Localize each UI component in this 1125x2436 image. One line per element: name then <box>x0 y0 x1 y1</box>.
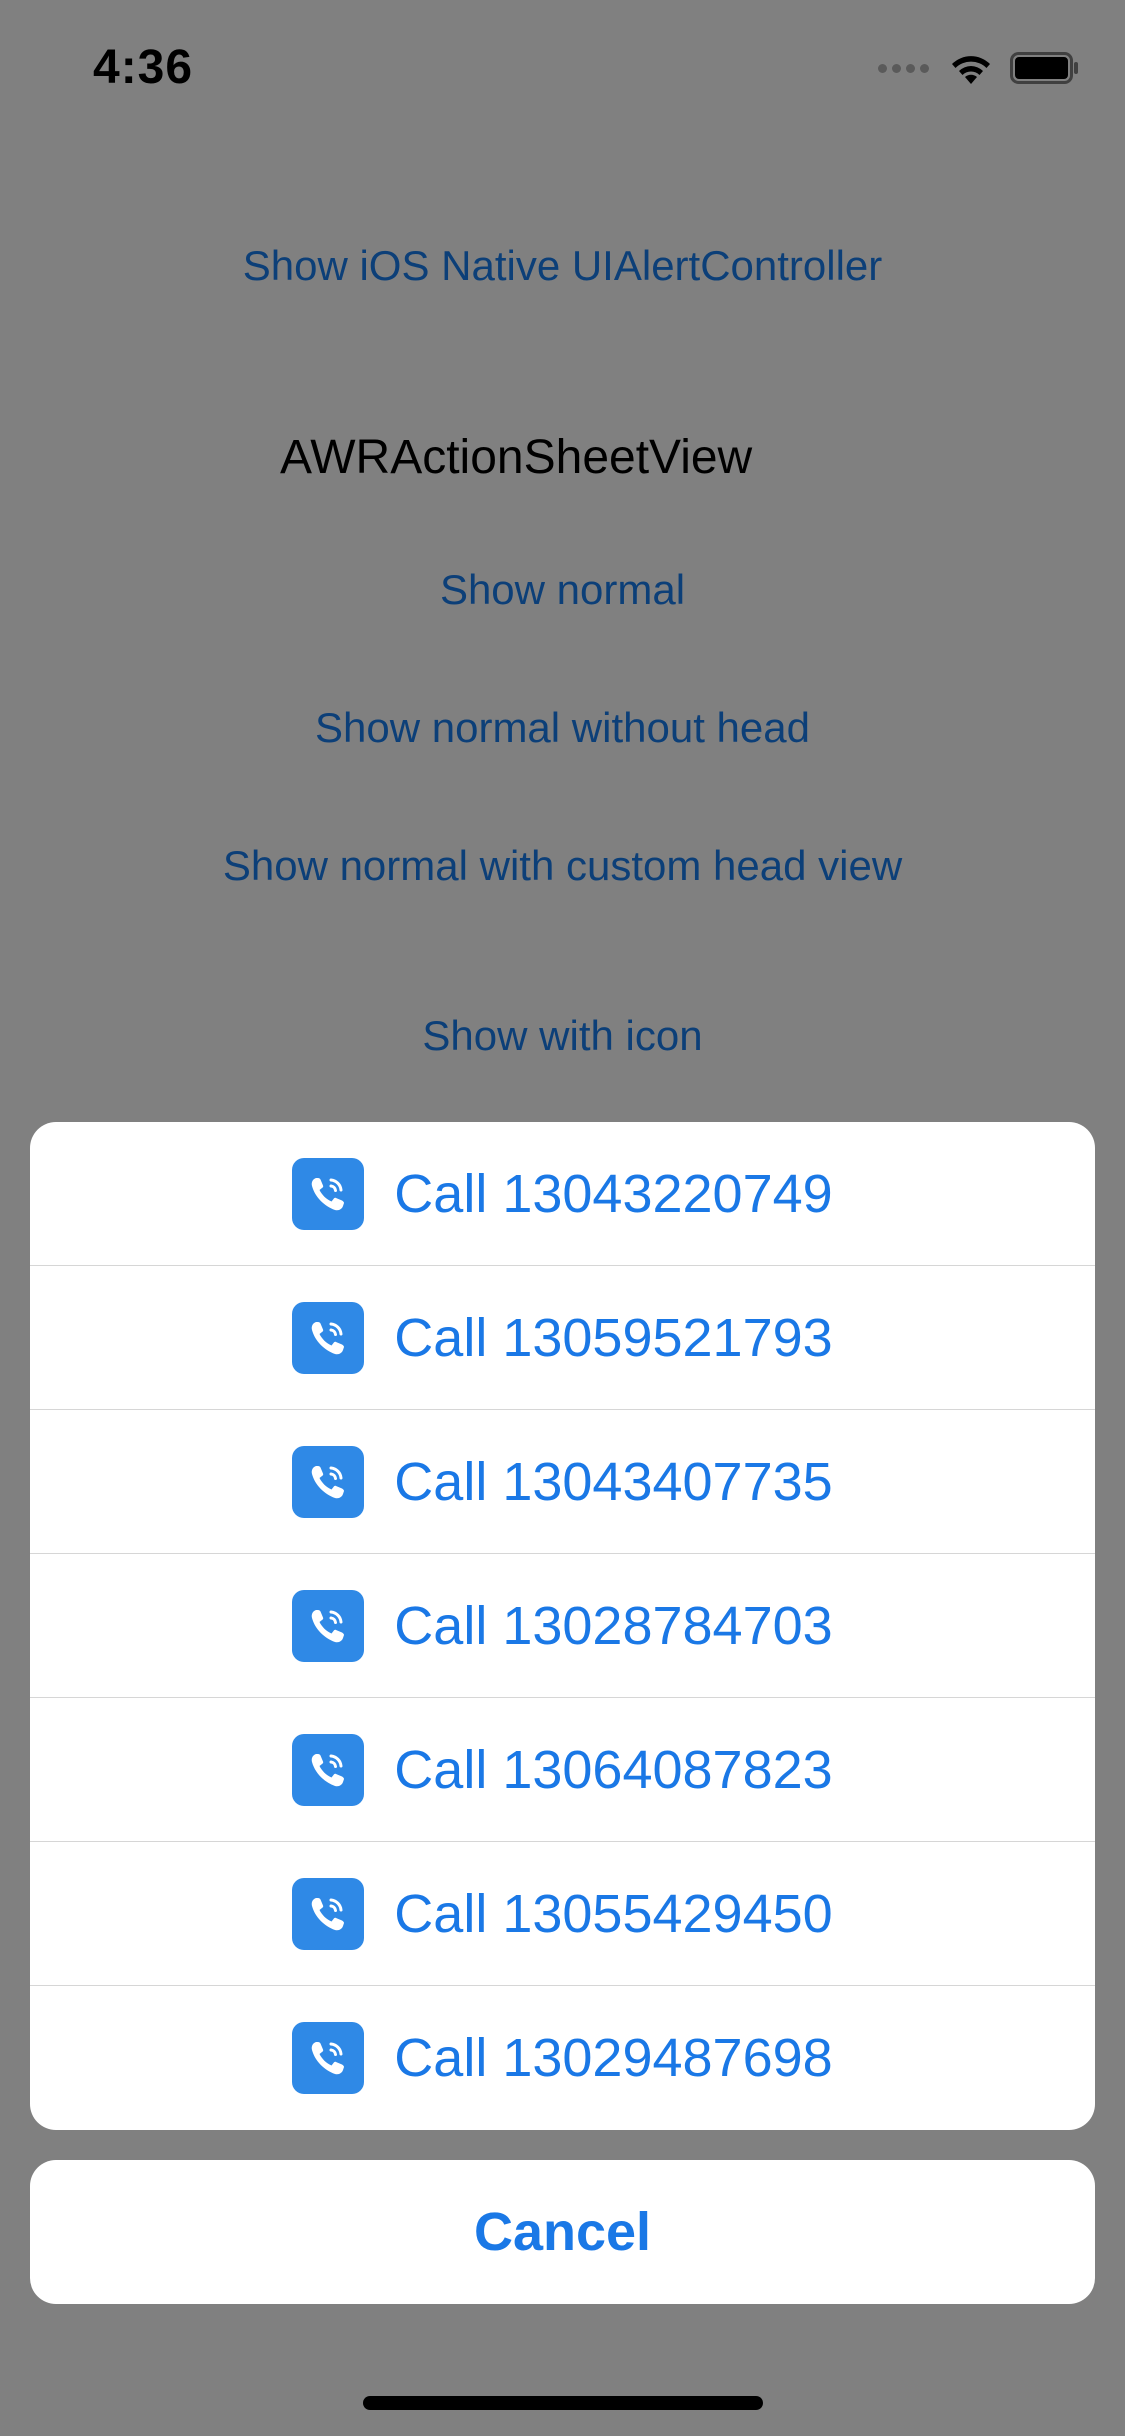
action-item-label: Call 13064087823 <box>394 1739 833 1800</box>
status-indicators <box>878 48 1080 88</box>
signal-icon <box>878 63 934 73</box>
phone-icon <box>292 1877 365 1950</box>
action-item-call-6[interactable]: Call 13055429450 <box>30 1842 1095 1986</box>
phone-icon <box>292 1157 365 1230</box>
show-normal-link: Show normal <box>439 566 686 613</box>
action-item-label: Call 13055429450 <box>394 1883 833 1944</box>
battery-icon <box>1010 52 1078 84</box>
show-normal-without-head-link: Show normal without head <box>315 704 810 751</box>
native-alert-link: Show iOS Native UIAlertController <box>242 242 883 289</box>
phone-icon <box>292 1589 365 1662</box>
wifi-icon <box>952 56 990 84</box>
action-item-label: Call 13028784703 <box>394 1595 833 1656</box>
show-normal-custom-head-link: Show normal with custom head view <box>222 842 903 889</box>
home-indicator[interactable] <box>363 2396 763 2410</box>
action-item-call-2[interactable]: Call 13059521793 <box>30 1266 1095 1410</box>
action-item-label: Call 13043407735 <box>394 1451 833 1512</box>
phone-icon <box>292 1733 365 1806</box>
status-time: 4:36 <box>93 41 194 94</box>
show-with-icon-link: Show with icon <box>422 1012 703 1059</box>
phone-icon <box>292 1301 365 1374</box>
action-item-label: Call 13059521793 <box>394 1307 833 1368</box>
action-item-call-1[interactable]: Call 13043220749 <box>30 1122 1095 1266</box>
phone-icon <box>292 2022 365 2094</box>
action-item-label: Call 13029487698 <box>394 2028 833 2088</box>
action-item-call-7[interactable]: Call 13029487698 <box>30 1986 1095 2130</box>
phone-icon <box>292 1445 365 1518</box>
action-item-call-3[interactable]: Call 13043407735 <box>30 1410 1095 1554</box>
action-sheet: Call 13043220749 Call 13059521793 Call 1… <box>30 1122 1095 2130</box>
cancel-button[interactable]: Cancel <box>30 2160 1095 2304</box>
action-item-label: Call 13043220749 <box>394 1163 833 1224</box>
action-item-call-4[interactable]: Call 13028784703 <box>30 1554 1095 1698</box>
action-item-call-5[interactable]: Call 13064087823 <box>30 1698 1095 1842</box>
section-title: AWRActionSheetView <box>280 431 753 484</box>
screen: 4:36 Show iOS Native UIAlertController A… <box>0 0 1125 2436</box>
